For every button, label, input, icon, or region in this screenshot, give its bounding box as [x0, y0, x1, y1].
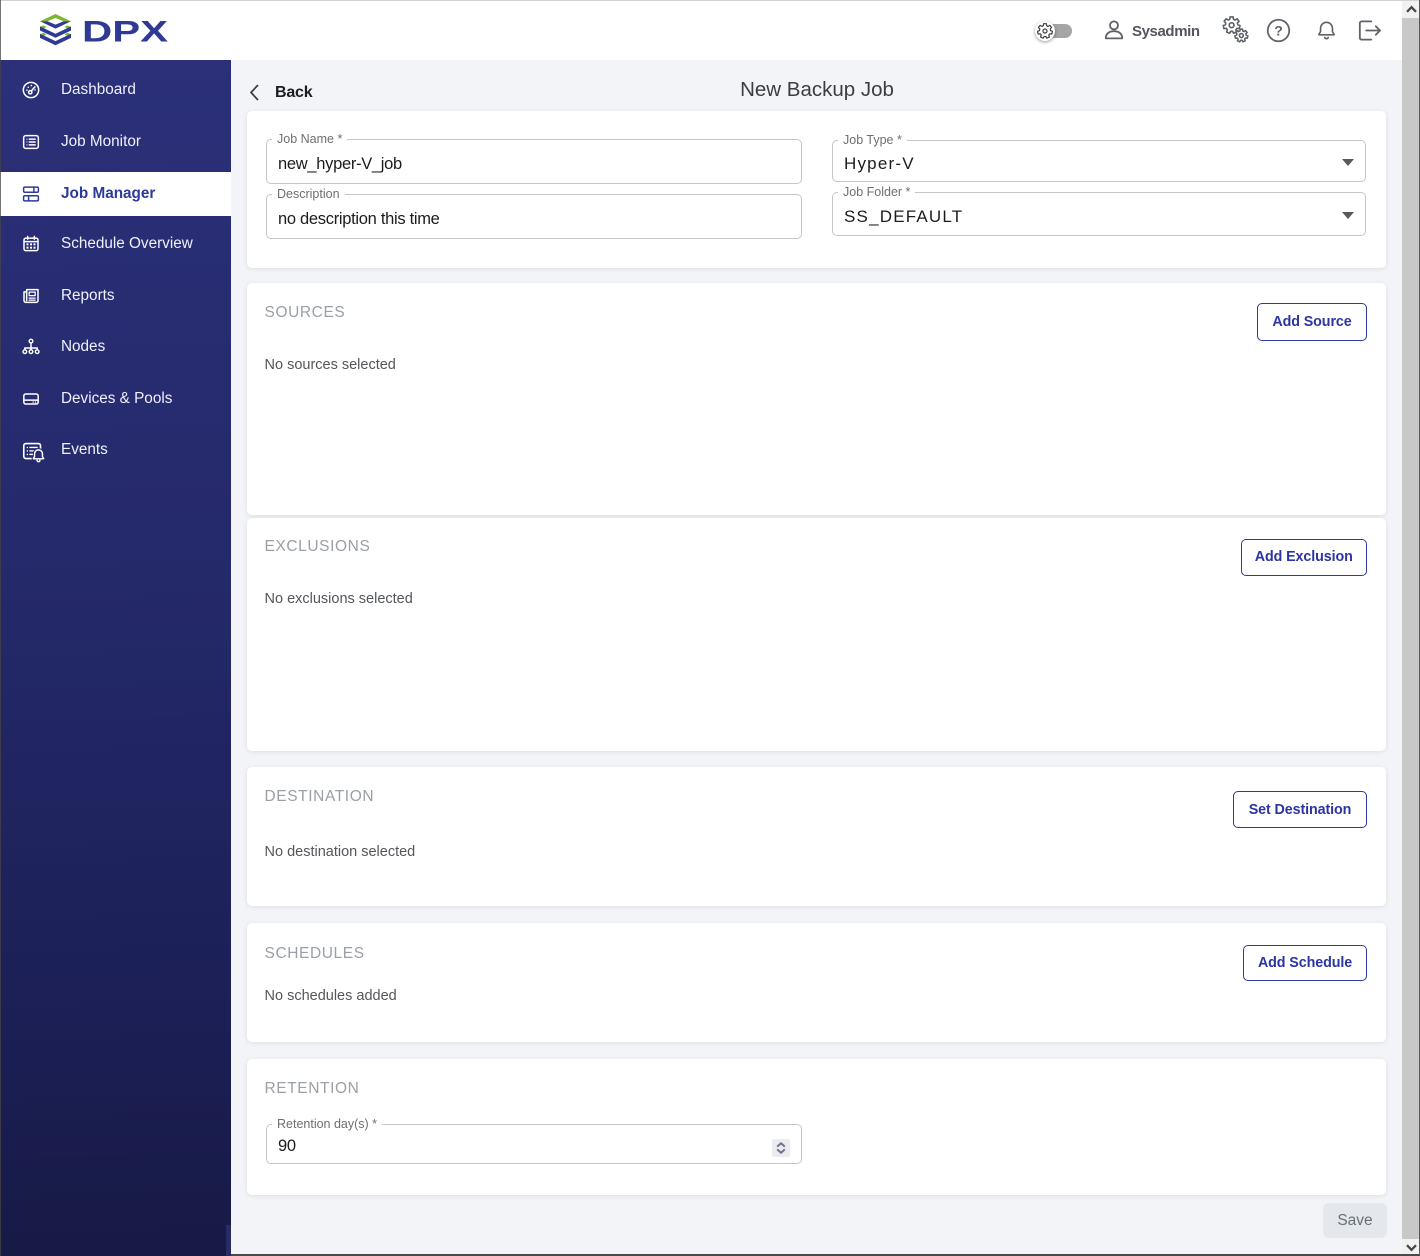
svg-text:?: ?	[1274, 23, 1283, 39]
svg-text:DPX: DPX	[82, 16, 168, 48]
